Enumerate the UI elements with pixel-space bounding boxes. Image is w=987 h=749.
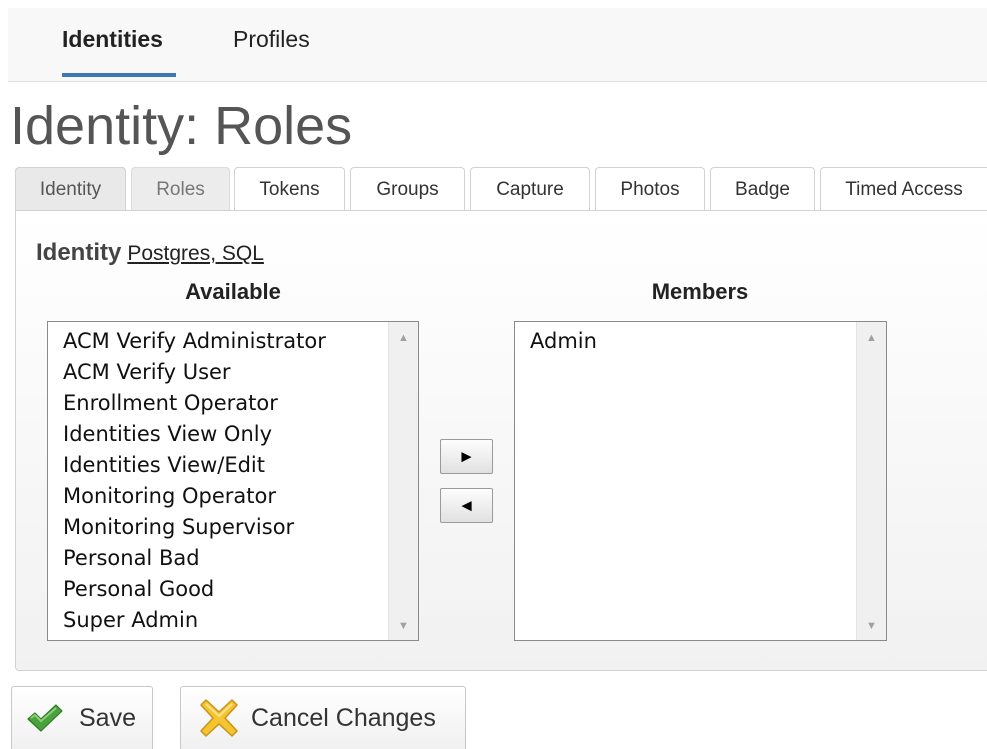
tab-identity[interactable]: Identity [15, 167, 126, 211]
page-title: Identity: Roles [10, 96, 353, 156]
cancel-label: Cancel Changes [251, 703, 436, 732]
available-role-option[interactable]: Personal Bad [48, 543, 388, 574]
arrow-right-icon: ► [458, 446, 475, 466]
available-role-option[interactable]: Monitoring Operator [48, 481, 388, 512]
available-role-option[interactable]: Identities View/Edit [48, 450, 388, 481]
available-roles-list[interactable]: ACM Verify Administrator ACM Verify User E… [47, 321, 419, 641]
scroll-up-arrow-icon[interactable]: ▲ [389, 330, 418, 346]
available-scrollbar[interactable]: ▲ ▼ [388, 322, 418, 640]
nav-tab-identities[interactable]: Identities [62, 26, 163, 53]
available-role-option[interactable]: Identities View Only [48, 419, 388, 450]
available-heading: Available [185, 279, 281, 304]
available-role-option[interactable]: Monitoring Supervisor [48, 512, 388, 543]
roles-panel: Identity Postgres, SQL Available Members … [15, 210, 987, 671]
member-roles-list[interactable]: Admin ▲ ▼ [514, 321, 887, 641]
identity-name-link[interactable]: Postgres, SQL [127, 242, 264, 265]
active-tab-underline [62, 73, 176, 77]
available-role-option[interactable]: Super Admin [48, 605, 388, 636]
members-scrollbar[interactable]: ▲ ▼ [856, 322, 886, 640]
tab-timed-access[interactable]: Timed Access [820, 167, 987, 211]
identity-line: Identity Postgres, SQL [36, 239, 264, 267]
tab-groups[interactable]: Groups [350, 167, 465, 211]
save-button[interactable]: Save [11, 686, 153, 749]
add-role-button[interactable]: ► [440, 439, 493, 474]
remove-role-button[interactable]: ◄ [440, 488, 493, 523]
members-heading: Members [651, 279, 749, 304]
cancel-x-icon [200, 699, 238, 737]
available-role-option[interactable]: Personal Good [48, 574, 388, 605]
available-role-option[interactable]: ACM Verify Administrator [48, 326, 388, 357]
member-roles-items: Admin [515, 326, 856, 357]
tab-roles[interactable]: Roles [131, 167, 230, 211]
identity-label: Identity [36, 239, 122, 266]
available-roles-items: ACM Verify Administrator ACM Verify User E… [48, 326, 388, 636]
save-label: Save [79, 703, 136, 732]
available-role-option[interactable]: Enrollment Operator [48, 388, 388, 419]
identity-tabs: Identity Roles Tokens Groups Capture Pho… [15, 167, 987, 211]
member-role-option[interactable]: Admin [515, 326, 856, 357]
scroll-up-arrow-icon[interactable]: ▲ [857, 330, 886, 346]
scroll-down-arrow-icon[interactable]: ▼ [389, 618, 418, 634]
checkmark-icon [27, 704, 63, 732]
top-nav: Identities Profiles [8, 8, 987, 82]
arrow-left-icon: ◄ [458, 495, 475, 515]
cancel-changes-button[interactable]: Cancel Changes [180, 686, 466, 749]
available-role-option[interactable]: ACM Verify User [48, 357, 388, 388]
tab-capture[interactable]: Capture [470, 167, 590, 211]
tab-badge[interactable]: Badge [710, 167, 815, 211]
nav-tab-profiles[interactable]: Profiles [233, 26, 310, 53]
scroll-down-arrow-icon[interactable]: ▼ [857, 618, 886, 634]
tab-tokens[interactable]: Tokens [234, 167, 345, 211]
tab-photos[interactable]: Photos [595, 167, 705, 211]
